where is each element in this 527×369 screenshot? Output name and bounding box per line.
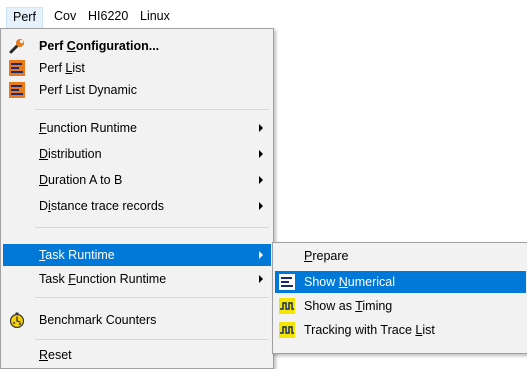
distance-trace-records-label: Distance trace records [39, 199, 165, 213]
menu-separator [35, 227, 269, 228]
perf-configuration-label: Perf Configuration... [39, 39, 160, 53]
tracking-with-trace-list-item[interactable]: Tracking with Trace List [275, 319, 526, 341]
menu-separator [35, 339, 269, 340]
perf-list-dynamic-label: Perf List Dynamic [39, 83, 137, 97]
function-runtime-label: Function Runtime [39, 121, 137, 135]
submenu-arrow-icon [259, 275, 263, 283]
tracking-with-trace-list-label: Tracking with Trace List [304, 323, 435, 337]
menubar-cov[interactable]: Cov [48, 7, 82, 25]
menubar-hi6220[interactable]: HI6220 [82, 7, 134, 25]
list-bars-icon [279, 274, 295, 290]
submenu-arrow-icon [259, 251, 263, 259]
duration-a-to-b-label: Duration A to B [39, 173, 123, 187]
task-runtime-submenu: Prepare Show Numerical Show as Timing Tr… [272, 242, 527, 354]
perf-menu: Perf Configuration... Perf List Perf Lis… [0, 28, 274, 369]
task-function-runtime-label: Task Function Runtime [39, 272, 167, 286]
task-runtime-label: Task Runtime [39, 248, 115, 262]
prepare-item[interactable]: Prepare [275, 245, 526, 267]
timing-wave-icon [279, 298, 295, 314]
show-as-timing-label: Show as Timing [304, 299, 393, 313]
show-numerical-label: Show Numerical [304, 275, 396, 289]
menu-bar: Perf Cov HI6220 Linux [0, 0, 527, 28]
prepare-label: Prepare [304, 249, 349, 263]
list-bars-icon [9, 60, 25, 76]
show-numerical-item[interactable]: Show Numerical [275, 271, 526, 293]
submenu-arrow-icon [259, 124, 263, 132]
list-bars-icon [9, 82, 25, 98]
stopwatch-icon [9, 312, 25, 328]
wrench-icon [9, 39, 24, 54]
menubar-linux[interactable]: Linux [134, 7, 176, 25]
duration-a-to-b-item[interactable]: Duration A to B [3, 169, 271, 191]
menubar-perf[interactable]: Perf [6, 7, 43, 28]
benchmark-counters-label: Benchmark Counters [39, 313, 157, 327]
distribution-label: Distribution [39, 147, 102, 161]
submenu-arrow-icon [259, 202, 263, 210]
timing-wave-icon [279, 322, 295, 338]
reset-item[interactable]: Reset [3, 344, 271, 366]
distribution-item[interactable]: Distribution [3, 143, 271, 165]
submenu-arrow-icon [259, 176, 263, 184]
show-as-timing-item[interactable]: Show as Timing [275, 295, 526, 317]
perf-list-dynamic-item[interactable]: Perf List Dynamic [3, 79, 271, 101]
submenu-arrow-icon [259, 150, 263, 158]
benchmark-counters-item[interactable]: Benchmark Counters [3, 309, 271, 331]
task-runtime-item[interactable]: Task Runtime [3, 244, 271, 266]
perf-list-item[interactable]: Perf List [3, 57, 271, 79]
function-runtime-item[interactable]: Function Runtime [3, 117, 271, 139]
perf-configuration-item[interactable]: Perf Configuration... [3, 35, 271, 57]
distance-trace-records-item[interactable]: Distance trace records [3, 195, 271, 217]
perf-list-label: Perf List [39, 61, 85, 75]
menu-separator [35, 109, 269, 110]
menu-separator [35, 297, 269, 298]
reset-label: Reset [39, 348, 72, 362]
task-function-runtime-item[interactable]: Task Function Runtime [3, 268, 271, 290]
